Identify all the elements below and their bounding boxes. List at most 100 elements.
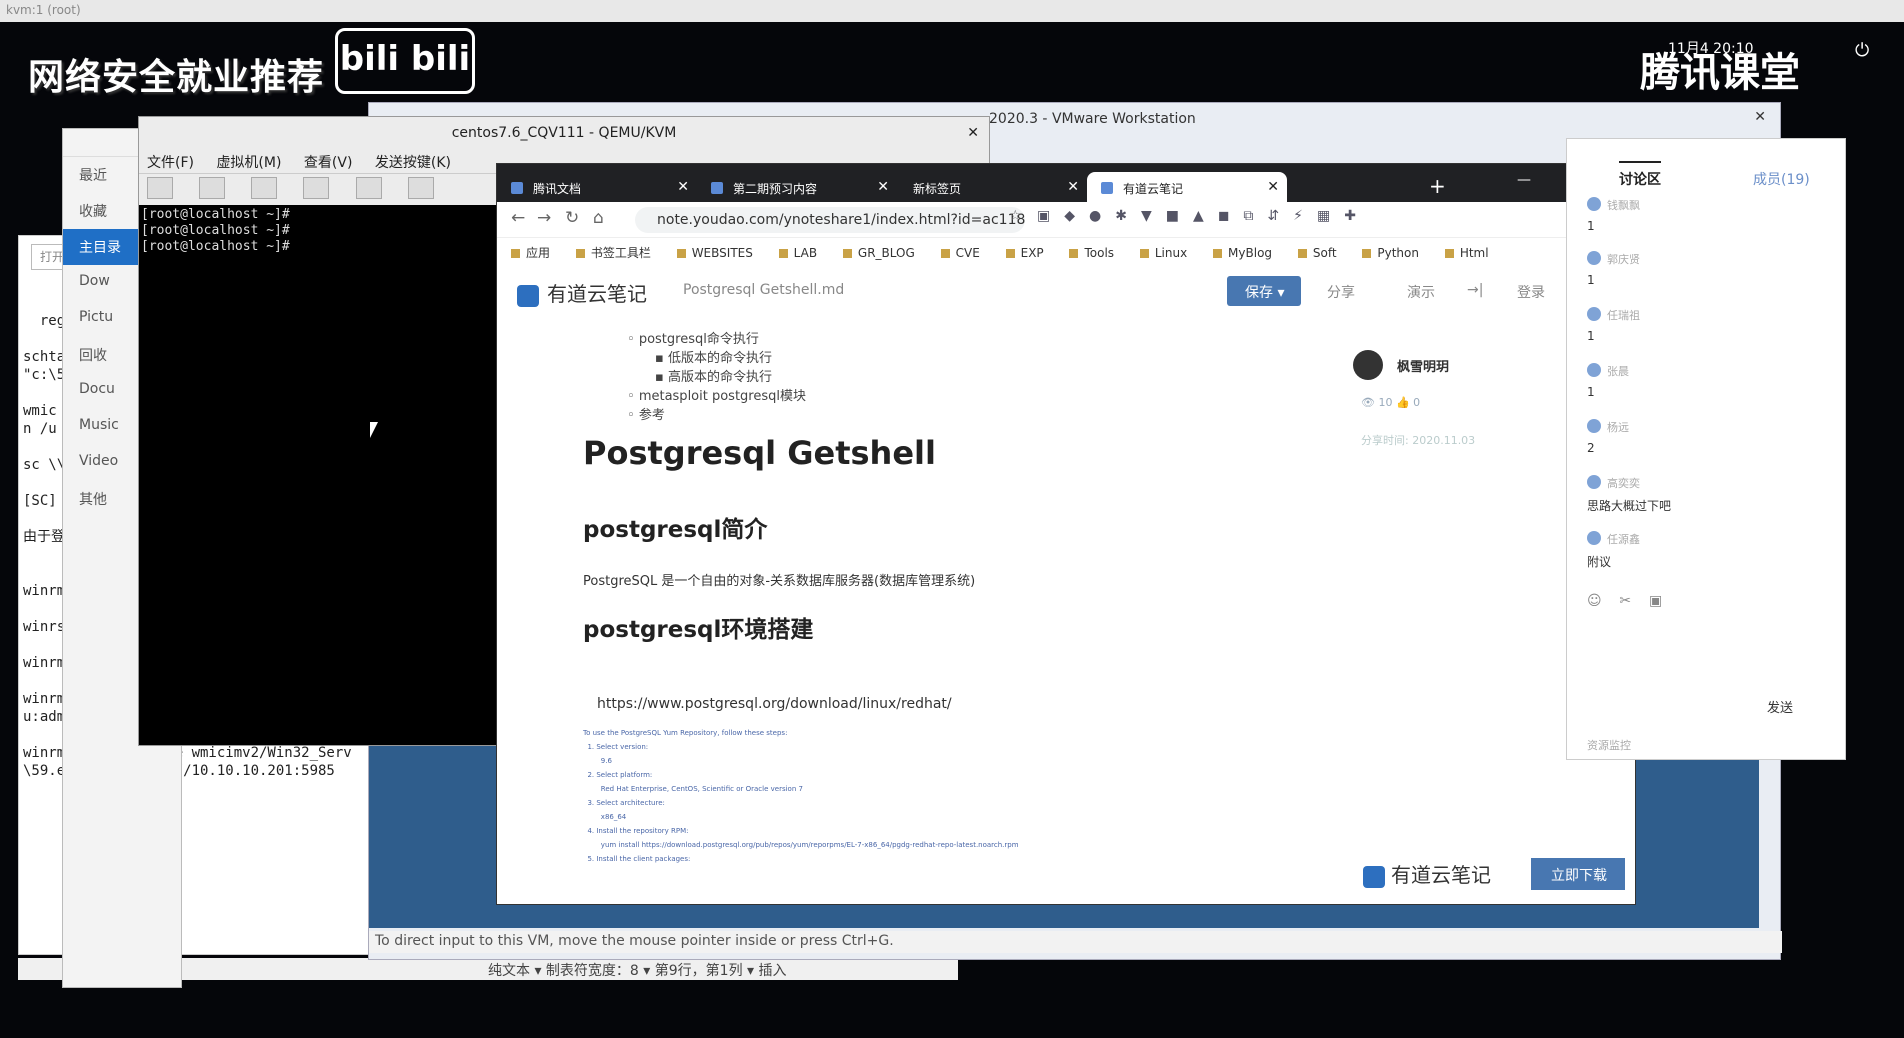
bookmark-item[interactable]: WEBSITES xyxy=(677,246,753,260)
tab-new[interactable]: 新标签页 ✕ xyxy=(897,172,1087,202)
document-name: Postgresql Getshell.md xyxy=(683,282,845,298)
home-icon[interactable]: ⌂ xyxy=(593,208,604,228)
extension-icon[interactable]: ■ xyxy=(1166,208,1179,224)
menu-sendkey[interactable]: 发送按键(K) xyxy=(375,155,451,171)
message-text: 1 xyxy=(1587,273,1595,287)
login-button[interactable]: 登录 xyxy=(1517,282,1545,302)
extension-icon[interactable]: ▼ xyxy=(1141,208,1152,224)
ad-logo: 有道云笔记 xyxy=(1363,859,1491,888)
page-title: Postgresql Getshell xyxy=(583,434,936,472)
forward-icon[interactable]: → xyxy=(537,208,551,228)
menu-view[interactable]: 查看(V) xyxy=(304,155,353,171)
extension-icon[interactable]: ✱ xyxy=(1115,208,1127,224)
bookmark-apps[interactable]: 应用 xyxy=(511,246,550,260)
close-icon[interactable]: ✕ xyxy=(877,179,889,195)
play-icon[interactable] xyxy=(251,177,278,199)
bookmark-item[interactable]: 书签工具栏 xyxy=(576,246,651,260)
address-bar[interactable]: note.youdao.com/ynoteshare1/index.html?i… xyxy=(635,207,1025,233)
bookmark-item[interactable]: MyBlog xyxy=(1213,246,1272,260)
vmware-close-icon[interactable]: ✕ xyxy=(1754,109,1766,125)
screenshot-image: To use the PostgreSQL Yum Repository, fo… xyxy=(583,729,1019,863)
extension-icon[interactable]: ● xyxy=(1089,208,1101,224)
exit-icon[interactable]: →| xyxy=(1467,282,1483,298)
message-author: 钱飘飘 xyxy=(1607,199,1640,212)
minimize-icon[interactable]: — xyxy=(1517,172,1531,188)
avatar xyxy=(1587,197,1601,211)
extensions-bar: ▣ ◆ ● ✱ ▼ ■ ▲ ◼ ⧉ ⇵ ⚡ ▦ ✚ xyxy=(1037,208,1370,224)
fullscreen-icon[interactable] xyxy=(407,177,434,199)
toc-item[interactable]: ▪ 低版本的命令执行 xyxy=(627,349,806,368)
bookmark-item[interactable]: GR_BLOG xyxy=(843,246,915,260)
author-name: 枫雪明玥 xyxy=(1397,360,1450,375)
back-icon[interactable]: ← xyxy=(511,208,525,228)
extension-icon[interactable]: ▲ xyxy=(1193,208,1204,224)
resource-monitor[interactable]: 资源监控 xyxy=(1587,737,1631,753)
present-button[interactable]: 演示 xyxy=(1407,282,1435,302)
link[interactable]: https://www.postgresql.org/download/linu… xyxy=(597,696,952,712)
bookmark-item[interactable]: CVE xyxy=(941,246,980,260)
extension-icon[interactable]: ▦ xyxy=(1317,208,1330,224)
extension-icon[interactable]: ◼ xyxy=(1218,208,1230,224)
bookmark-item[interactable]: Tools xyxy=(1069,246,1114,260)
kvm-window-title: kvm:1 (root) xyxy=(0,0,1904,22)
toc-item[interactable]: ◦ postgresql命令执行 xyxy=(627,330,806,349)
youdao-logo[interactable]: 有道云笔记 xyxy=(517,278,647,307)
bookmark-item[interactable]: Python xyxy=(1362,246,1419,260)
avatar xyxy=(1587,307,1601,321)
share-button[interactable]: 分享 xyxy=(1327,282,1355,302)
message-author: 高奕奕 xyxy=(1607,477,1640,490)
bulb-icon[interactable] xyxy=(199,177,226,199)
extension-icon[interactable]: ⚡ xyxy=(1293,208,1303,224)
vm-status-bar: To direct input to this VM, move the mou… xyxy=(369,931,1782,953)
message-text: 附议 xyxy=(1587,555,1612,569)
close-icon[interactable]: ✕ xyxy=(1267,179,1279,195)
extension-icon[interactable]: ✚ xyxy=(1344,208,1356,224)
tab-label: 新标签页 xyxy=(913,182,962,196)
toc-item[interactable]: ◦ metasploit postgresql模块 xyxy=(627,387,806,406)
menu-vm[interactable]: 虚拟机(M) xyxy=(216,155,281,171)
tab-discussion[interactable]: 讨论区 xyxy=(1619,161,1661,189)
pause-icon[interactable] xyxy=(303,177,330,199)
qemu-close-icon[interactable]: ✕ xyxy=(967,125,979,141)
bookmark-item[interactable]: Html xyxy=(1445,246,1489,260)
extension-icon[interactable]: ▣ xyxy=(1037,208,1050,224)
menu-file[interactable]: 文件(F) xyxy=(147,155,194,171)
input-tools: ☺ ✂ ▣ xyxy=(1587,593,1662,609)
new-tab-icon[interactable]: + xyxy=(1429,174,1446,198)
qemu-title: centos7.6_CQV111 - QEMU/KVM xyxy=(451,125,677,141)
star-icon[interactable]: ☆ xyxy=(1009,208,1022,224)
message-author: 杨远 xyxy=(1607,421,1629,434)
image-icon[interactable]: ▣ xyxy=(1649,593,1662,609)
reload-icon[interactable]: ↻ xyxy=(565,208,579,228)
share-time: 分享时间: 2020.11.03 xyxy=(1361,434,1476,447)
emoji-icon[interactable]: ☺ xyxy=(1587,593,1602,609)
toc-item[interactable]: ▪ 高版本的命令执行 xyxy=(627,368,806,387)
vmware-title: 2020.3 - VMware Workstation xyxy=(989,111,1196,127)
tab-tencent-docs[interactable]: 腾讯文档 ✕ xyxy=(497,172,697,202)
console-icon[interactable] xyxy=(147,177,173,199)
doc-icon xyxy=(711,182,723,194)
send-button[interactable]: 发送 xyxy=(1767,697,1793,716)
download-button[interactable]: 立即下载 xyxy=(1531,858,1625,890)
message-author: 张晨 xyxy=(1607,365,1629,378)
bookmarks-bar: 应用 书签工具栏 WEBSITES LAB GR_BLOG CVE EXP To… xyxy=(497,238,1637,266)
scissors-icon[interactable]: ✂ xyxy=(1619,593,1631,609)
tab-members[interactable]: 成员(19) xyxy=(1753,169,1810,189)
extension-icon[interactable]: ⧉ xyxy=(1243,208,1253,224)
close-icon[interactable]: ✕ xyxy=(1067,179,1079,195)
message-text: 1 xyxy=(1587,219,1595,233)
toc-item[interactable]: ◦ 参考 xyxy=(627,406,806,425)
bookmark-item[interactable]: EXP xyxy=(1006,246,1044,260)
bookmark-item[interactable]: Linux xyxy=(1140,246,1187,260)
tab-youdao[interactable]: 有道云笔记 ✕ xyxy=(1087,172,1287,202)
close-icon[interactable]: ✕ xyxy=(677,179,689,195)
avatar xyxy=(1353,350,1383,380)
save-button[interactable]: 保存 ▾ xyxy=(1227,276,1301,306)
extension-icon[interactable]: ⇵ xyxy=(1267,208,1279,224)
tab-preview[interactable]: 第二期预习内容 ✕ xyxy=(697,172,897,202)
power-icon[interactable]: ⏻ xyxy=(1855,40,1869,61)
bookmark-item[interactable]: Soft xyxy=(1298,246,1337,260)
power-icon[interactable] xyxy=(355,177,382,199)
bookmark-item[interactable]: LAB xyxy=(779,246,817,260)
extension-icon[interactable]: ◆ xyxy=(1064,208,1075,224)
